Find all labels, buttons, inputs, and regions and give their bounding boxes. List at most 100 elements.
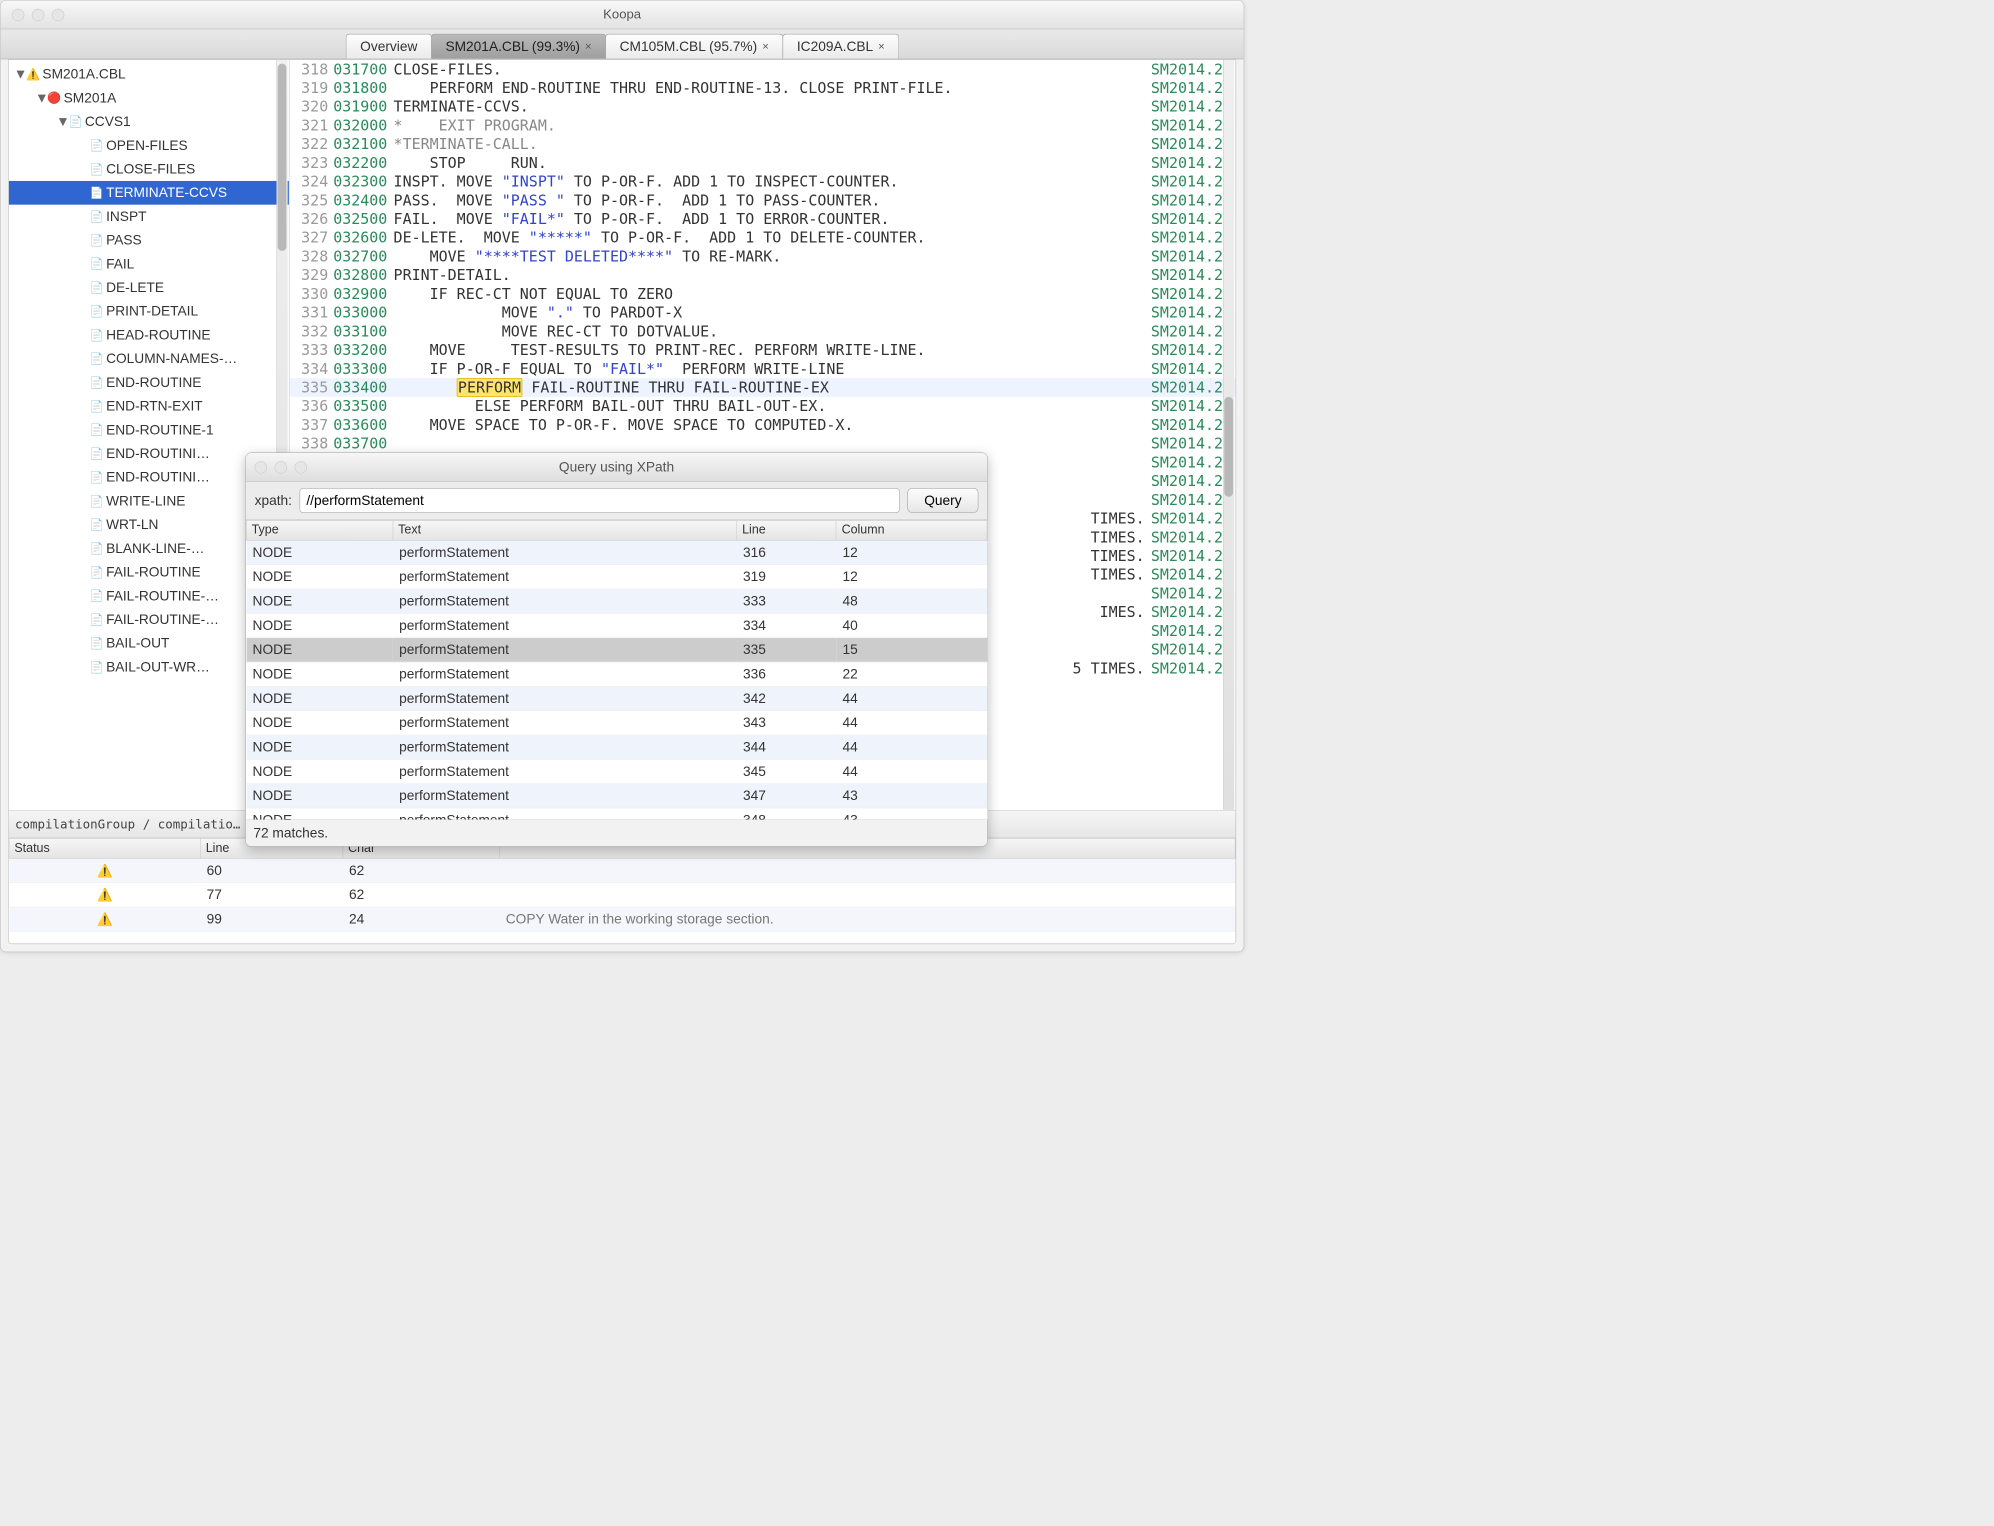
query-button[interactable]: Query — [907, 488, 978, 513]
zoom-icon[interactable] — [295, 461, 307, 473]
xpath-dialog: Query using XPath xpath: Query TypeTextL… — [245, 452, 988, 846]
code-line[interactable]: 330032900 IF REC-CT NOT EQUAL TO ZEROSM2… — [290, 285, 1236, 304]
editor-line-number: 329 — [290, 266, 334, 285]
disclosure-icon[interactable]: ▼ — [14, 66, 26, 82]
tree-item[interactable]: 📄OPEN-FILES — [9, 134, 289, 158]
disclosure-icon[interactable]: ▼ — [56, 114, 68, 130]
code-line[interactable]: 321032000* EXIT PROGRAM.SM2014.2 — [290, 116, 1236, 135]
code-scrollbar[interactable] — [1223, 60, 1234, 810]
file-icon: 📄 — [90, 471, 102, 484]
tab-sm201a-cbl-99-3-[interactable]: SM201A.CBL (99.3%)× — [431, 34, 606, 59]
status-char: 62 — [343, 883, 500, 907]
tree-item[interactable]: 📄DE-LETE — [9, 276, 289, 300]
code-line[interactable]: 324032300INSPT. MOVE "INSPT" TO P-OR-F. … — [290, 172, 1236, 191]
tab-close-icon[interactable]: × — [585, 40, 592, 53]
xpath-row[interactable]: NODEperformStatement33622 — [246, 662, 987, 686]
xpath-header[interactable]: Column — [836, 520, 987, 540]
minimize-icon[interactable] — [275, 461, 287, 473]
warning-icon: ⚠️ — [97, 913, 113, 927]
xpath-row[interactable]: NODEperformStatement34843 — [246, 808, 987, 820]
tab-ic209a-cbl[interactable]: IC209A.CBL× — [782, 34, 899, 59]
xpath-row[interactable]: NODEperformStatement34743 — [246, 783, 987, 807]
tree-item[interactable]: 📄CLOSE-FILES — [9, 157, 289, 181]
tree-item[interactable]: 📄PASS — [9, 228, 289, 252]
code-line[interactable]: 323032200 STOP RUN.SM2014.2 — [290, 154, 1236, 173]
xpath-header[interactable]: Text — [393, 520, 737, 540]
tree-item[interactable]: 📄HEAD-ROUTINE — [9, 323, 289, 347]
editor-line-number: 324 — [290, 172, 334, 191]
xpath-row[interactable]: NODEperformStatement34444 — [246, 735, 987, 759]
xpath-row[interactable]: NODEperformStatement33440 — [246, 613, 987, 637]
code-line[interactable]: 325032400PASS. MOVE "PASS " TO P-OR-F. A… — [290, 191, 1236, 210]
code-line[interactable]: 329032800PRINT-DETAIL.SM2014.2 — [290, 266, 1236, 285]
status-row[interactable]: ⚠️7762 — [9, 883, 1235, 907]
code-tail — [880, 191, 1150, 210]
tree-item[interactable]: 📄PRINT-DETAIL — [9, 300, 289, 324]
xpath-line: 343 — [737, 710, 836, 734]
xpath-header[interactable]: Line — [737, 520, 836, 540]
tab-overview[interactable]: Overview — [346, 34, 432, 59]
status-row[interactable]: ⚠️6062 — [9, 858, 1235, 882]
tree-item[interactable]: 📄INSPT — [9, 205, 289, 229]
editor-line-number: 319 — [290, 79, 334, 98]
xpath-row[interactable]: NODEperformStatement33348 — [246, 589, 987, 613]
tree-item[interactable]: 📄END-ROUTINE — [9, 371, 289, 395]
xpath-input[interactable] — [299, 488, 899, 513]
tree-item[interactable]: 📄COLUMN-NAMES-… — [9, 347, 289, 371]
code-line[interactable]: 328032700 MOVE "****TEST DELETED****" TO… — [290, 247, 1236, 266]
scroll-thumb[interactable] — [1224, 397, 1233, 497]
tree-item[interactable]: ▼⚠️SM201A.CBL — [9, 62, 289, 86]
xpath-col: 12 — [836, 540, 987, 564]
tree-item[interactable]: 📄TERMINATE-CCVS — [9, 181, 289, 205]
file-icon: 📄 — [90, 566, 102, 579]
close-icon[interactable] — [255, 461, 267, 473]
tree-label: INSPT — [106, 208, 289, 224]
tree-item[interactable]: 📄END-ROUTINE-1 — [9, 418, 289, 442]
status-row[interactable]: ⚠️9924COPY Water in the working storage … — [9, 907, 1235, 931]
code-line[interactable]: 332033100 MOVE REC-CT TO DOTVALUE.SM2014… — [290, 322, 1236, 341]
code-tail — [844, 359, 1151, 378]
xpath-header[interactable]: Type — [246, 520, 393, 540]
code-line[interactable]: 327032600DE-LETE. MOVE "*****" TO P-OR-F… — [290, 228, 1236, 247]
code-tail — [769, 266, 1151, 285]
xpath-row[interactable]: NODEperformStatement33515 — [246, 637, 987, 661]
code-tail — [926, 341, 1151, 360]
code-line[interactable]: 319031800 PERFORM END-ROUTINE THRU END-R… — [290, 79, 1236, 98]
code-line[interactable]: 320031900TERMINATE-CCVS.SM2014.2 — [290, 97, 1236, 116]
code-line[interactable]: 337033600 MOVE SPACE TO P-OR-F. MOVE SPA… — [290, 416, 1236, 435]
code-line[interactable]: 336033500 ELSE PERFORM BAIL-OUT THRU BAI… — [290, 397, 1236, 416]
code-line[interactable]: 331033000 MOVE "." TO PARDOT-XSM2014.2 — [290, 303, 1236, 322]
tree-item[interactable]: ▼📄CCVS1 — [9, 110, 289, 134]
xpath-col: 15 — [836, 637, 987, 661]
code-line[interactable]: 322032100*TERMINATE-CALL.SM2014.2 — [290, 135, 1236, 154]
xpath-row[interactable]: NODEperformStatement31612 — [246, 540, 987, 564]
tab-close-icon[interactable]: × — [878, 40, 885, 53]
code-line[interactable]: 333033200 MOVE TEST-RESULTS TO PRINT-REC… — [290, 341, 1236, 360]
xpath-row[interactable]: NODEperformStatement31912 — [246, 564, 987, 588]
code-line[interactable]: 326032500FAIL. MOVE "FAIL*" TO P-OR-F. A… — [290, 210, 1236, 229]
status-header[interactable]: Status — [9, 838, 200, 858]
xpath-row[interactable]: NODEperformStatement34544 — [246, 759, 987, 783]
xpath-row[interactable]: NODEperformStatement34344 — [246, 710, 987, 734]
tab-cm105m-cbl-95-7-[interactable]: CM105M.CBL (95.7%)× — [605, 34, 783, 59]
scroll-thumb[interactable] — [278, 64, 287, 251]
file-icon: 📄 — [90, 661, 102, 674]
disclosure-icon[interactable]: ▼ — [35, 90, 47, 106]
minimize-icon[interactable] — [32, 8, 44, 20]
code-line[interactable]: 338033700SM2014.2 — [290, 434, 1236, 453]
status-line: 77 — [200, 883, 342, 907]
tab-close-icon[interactable]: × — [762, 40, 769, 53]
tree-item[interactable]: 📄END-RTN-EXIT — [9, 394, 289, 418]
tree-item[interactable]: ▼🔴SM201A — [9, 86, 289, 110]
code-line[interactable]: 334033300 IF P-OR-F EQUAL TO "FAIL*" PER… — [290, 359, 1236, 378]
tree-item[interactable]: 📄FAIL — [9, 252, 289, 276]
code-line[interactable]: 318031700CLOSE-FILES.SM2014.2 — [290, 60, 1236, 79]
zoom-icon[interactable] — [52, 8, 64, 20]
xpath-text: performStatement — [393, 686, 737, 710]
cobol-seq-number: 033000 — [333, 303, 393, 322]
close-icon[interactable] — [12, 8, 24, 20]
editor-line-number: 318 — [290, 60, 334, 79]
code-tail — [769, 135, 1151, 154]
code-line[interactable]: 335033400 PERFORM FAIL-ROUTINE THRU FAIL… — [290, 378, 1236, 397]
xpath-row[interactable]: NODEperformStatement34244 — [246, 686, 987, 710]
